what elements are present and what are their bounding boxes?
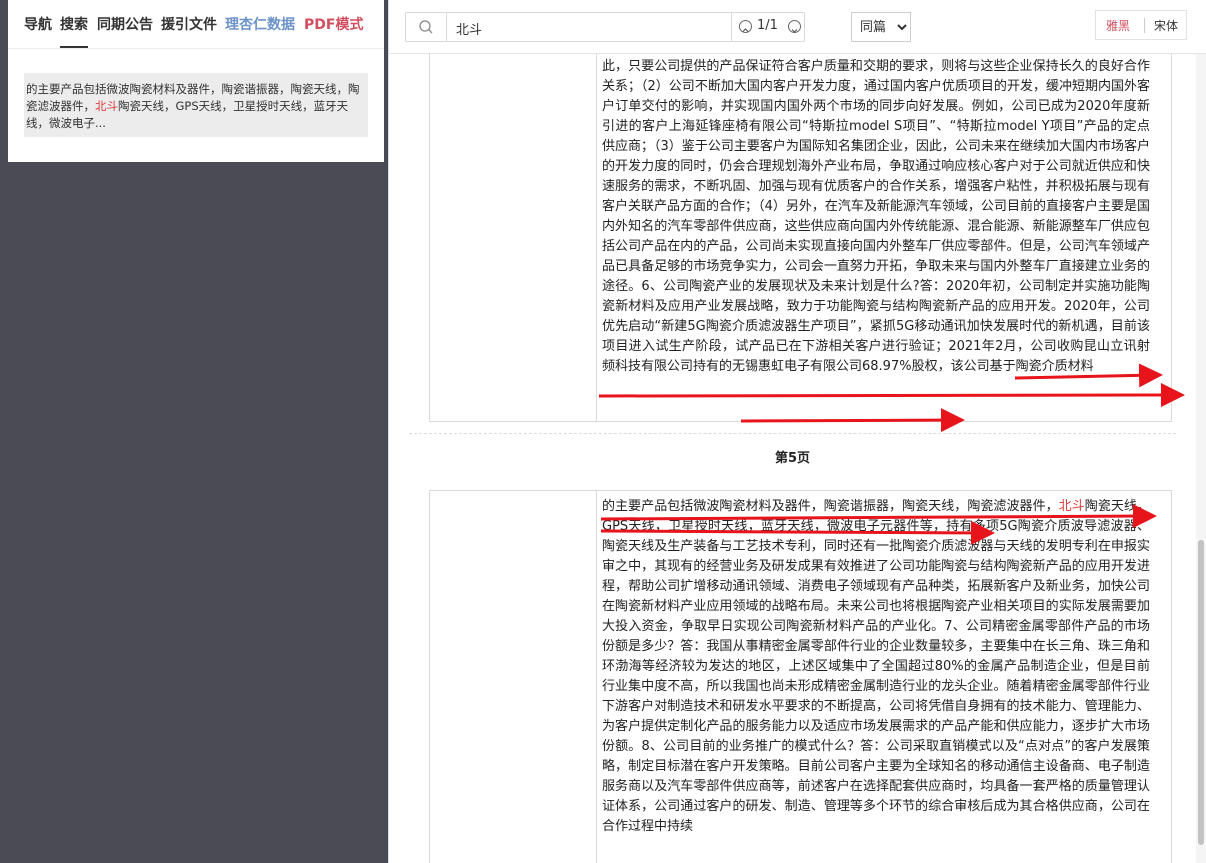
search-scope-select[interactable]: 同篇 [851, 12, 911, 42]
page-5-table: 的主要产品包括微波陶瓷材料及器件，陶瓷谐振器，陶瓷天线，陶瓷滤波器件，北斗陶瓷天… [429, 490, 1172, 863]
column-divider [596, 54, 597, 421]
paragraph-text-before: 的主要产品包括微波陶瓷材料及器件，陶瓷谐振器，陶瓷天线，陶瓷滤波器件， [602, 499, 1059, 514]
tab-navigation[interactable]: 导航 [24, 14, 52, 34]
search-box: 1/1 [405, 12, 805, 42]
font-switcher: 雅黑 宋体 [1095, 10, 1187, 40]
page-4-table: 此，只要公司提供的产品保证符合客户质量和交期的要求，则将与这些企业保持长久的良好… [429, 54, 1172, 422]
tab-cited-documents[interactable]: 援引文件 [161, 14, 217, 34]
paragraph-text-after: 陶瓷天线，GPS天线，卫星授时天线，蓝牙天线，微波电子元器件等，持有多项5G陶瓷… [602, 499, 1150, 834]
result-keyword: 北斗 [95, 99, 118, 113]
search-icon[interactable] [406, 13, 447, 41]
next-match-button[interactable] [788, 20, 801, 33]
match-counter: 1/1 [757, 18, 778, 33]
page-divider [409, 433, 1176, 434]
active-tab-indicator [60, 46, 88, 48]
divider [1144, 18, 1145, 33]
tab-pdf-mode[interactable]: PDF模式 [304, 14, 363, 34]
tab-same-period-announcements[interactable]: 同期公告 [97, 14, 153, 34]
previous-match-button[interactable] [739, 20, 752, 33]
left-sidebar: 导航 搜索 同期公告 援引文件 理杏仁数据 PDF模式 的主要产品包括微波陶瓷材… [0, 0, 388, 863]
chevron-down-icon [791, 29, 798, 33]
highlighted-keyword: 北斗 [1058, 499, 1085, 514]
tab-lixinger-data[interactable]: 理杏仁数据 [225, 14, 295, 34]
document-content: 此，只要公司提供的产品保证符合客户质量和交期的要求，则将与这些企业保持长久的良好… [389, 54, 1196, 863]
chevron-up-icon [742, 28, 749, 32]
font-yahei-button[interactable]: 雅黑 [1106, 17, 1130, 34]
search-input[interactable] [454, 16, 728, 40]
match-navigator: 1/1 [731, 13, 806, 41]
vertical-scrollbar[interactable] [1196, 54, 1206, 863]
tab-bar: 导航 搜索 同期公告 援引文件 理杏仁数据 PDF模式 [8, 0, 384, 49]
document-viewer: 1/1 同篇 雅黑 宋体 此，只要公司提供的产品保证符合客户质量和交期的要求，则… [388, 0, 1206, 863]
column-divider [596, 491, 597, 863]
page-number-label: 第5页 [774, 451, 811, 466]
search-result-item[interactable]: 的主要产品包括微波陶瓷材料及器件，陶瓷谐振器，陶瓷天线，陶瓷滤波器件，北斗陶瓷天… [24, 73, 368, 137]
font-songti-button[interactable]: 宋体 [1154, 17, 1178, 34]
page-5-paragraph: 的主要产品包括微波陶瓷材料及器件，陶瓷谐振器，陶瓷天线，陶瓷滤波器件，北斗陶瓷天… [602, 497, 1150, 837]
tab-search[interactable]: 搜索 [60, 14, 88, 34]
scrollbar-thumb[interactable] [1198, 540, 1204, 845]
page-4-paragraph: 此，只要公司提供的产品保证符合客户质量和交期的要求，则将与这些企业保持长久的良好… [602, 59, 1150, 374]
viewer-toolbar: 1/1 同篇 雅黑 宋体 [389, 0, 1206, 54]
search-panel: 导航 搜索 同期公告 援引文件 理杏仁数据 PDF模式 的主要产品包括微波陶瓷材… [8, 0, 384, 162]
